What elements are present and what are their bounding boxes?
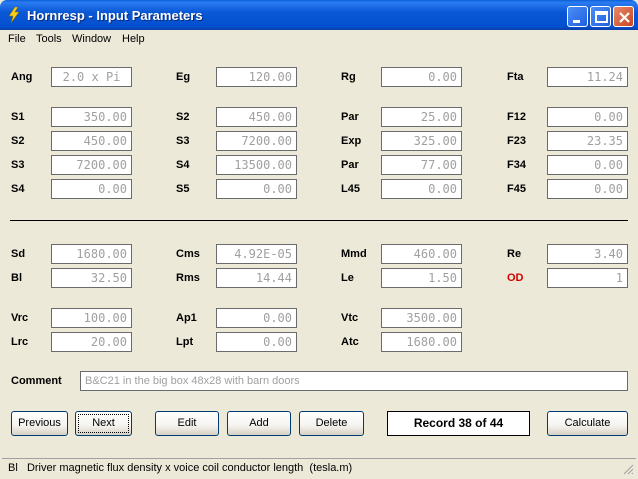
title-bar: Hornresp - Input Parameters bbox=[0, 0, 638, 30]
label-cms: Cms bbox=[176, 248, 200, 260]
label-s4: S4 bbox=[176, 159, 190, 171]
label-s2: S2 bbox=[176, 111, 190, 123]
window-title: Hornresp - Input Parameters bbox=[27, 8, 203, 23]
label-ang: Ang bbox=[11, 71, 33, 83]
status-text: Bl Driver magnetic flux density x voice … bbox=[8, 462, 353, 474]
rms-field[interactable]: 14.44 bbox=[216, 268, 297, 288]
par-b-field[interactable]: 77.00 bbox=[381, 155, 462, 175]
resize-grip-icon[interactable] bbox=[622, 463, 634, 475]
label-lrc: Lrc bbox=[11, 336, 29, 348]
status-bar: Bl Driver magnetic flux density x voice … bbox=[2, 458, 636, 477]
s1-field[interactable]: 350.00 bbox=[51, 107, 132, 127]
vrc-field[interactable]: 100.00 bbox=[51, 308, 132, 328]
label-le: Le bbox=[341, 272, 354, 284]
label-f12: F12 bbox=[507, 111, 526, 123]
label-sd: Sd bbox=[11, 248, 26, 260]
label-re: Re bbox=[507, 248, 522, 260]
label-f45: F45 bbox=[507, 183, 526, 195]
label-bl: Bl bbox=[11, 272, 22, 284]
label-vtc: Vtc bbox=[341, 312, 359, 324]
maximize-button[interactable] bbox=[590, 6, 611, 27]
add-button[interactable]: Add bbox=[227, 411, 291, 436]
minimize-button[interactable] bbox=[567, 6, 588, 27]
menu-help[interactable]: Help bbox=[122, 33, 145, 45]
close-icon bbox=[619, 12, 630, 23]
f45-field[interactable]: 0.00 bbox=[547, 179, 628, 199]
s4-field[interactable]: 13500.00 bbox=[216, 155, 297, 175]
label-l45: L45 bbox=[341, 183, 360, 195]
menu-bar: File Tools Window Help bbox=[0, 30, 638, 49]
record-indicator: Record 38 of 44 bbox=[387, 411, 530, 436]
label-comment: Comment bbox=[11, 375, 62, 387]
f23-field[interactable]: 23.35 bbox=[547, 131, 628, 151]
maximize-icon bbox=[595, 11, 608, 23]
menu-window[interactable]: Window bbox=[72, 33, 111, 45]
ang-field[interactable]: 2.0 x Pi bbox=[51, 67, 132, 87]
close-button[interactable] bbox=[613, 6, 634, 27]
edit-button[interactable]: Edit bbox=[155, 411, 219, 436]
menu-file[interactable]: File bbox=[8, 33, 26, 45]
label-fta: Fta bbox=[507, 71, 524, 83]
s5-field[interactable]: 0.00 bbox=[216, 179, 297, 199]
lpt-field[interactable]: 0.00 bbox=[216, 332, 297, 352]
comment-field[interactable]: B&C21 in the big box 48x28 with barn doo… bbox=[80, 371, 628, 391]
re-field[interactable]: 3.40 bbox=[547, 244, 628, 264]
label-s3: S3 bbox=[176, 135, 190, 147]
calculate-button[interactable]: Calculate bbox=[547, 411, 628, 436]
sd-field[interactable]: 1680.00 bbox=[51, 244, 132, 264]
mmd-field[interactable]: 460.00 bbox=[381, 244, 462, 264]
label-od: OD bbox=[507, 272, 524, 284]
s4-b-field[interactable]: 0.00 bbox=[51, 179, 132, 199]
s2-b-field[interactable]: 450.00 bbox=[51, 131, 132, 151]
exp-field[interactable]: 325.00 bbox=[381, 131, 462, 151]
label-f23: F23 bbox=[507, 135, 526, 147]
delete-button[interactable]: Delete bbox=[299, 411, 364, 436]
previous-button[interactable]: Previous bbox=[11, 411, 68, 436]
section-divider bbox=[10, 220, 628, 221]
s3-b-field[interactable]: 7200.00 bbox=[51, 155, 132, 175]
label-par: Par bbox=[341, 111, 359, 123]
lightning-icon bbox=[8, 7, 20, 23]
label-s1: S1 bbox=[11, 111, 25, 123]
label-rg: Rg bbox=[341, 71, 356, 83]
par-field[interactable]: 25.00 bbox=[381, 107, 462, 127]
label-atc: Atc bbox=[341, 336, 359, 348]
minimize-icon bbox=[573, 20, 580, 23]
f34-field[interactable]: 0.00 bbox=[547, 155, 628, 175]
menu-tools[interactable]: Tools bbox=[36, 33, 62, 45]
label-exp: Exp bbox=[341, 135, 362, 147]
label-eg: Eg bbox=[176, 71, 191, 83]
cms-field[interactable]: 4.92E-05 bbox=[216, 244, 297, 264]
label-s5: S5 bbox=[176, 183, 190, 195]
next-button[interactable]: Next bbox=[75, 411, 132, 436]
label-ap1: Ap1 bbox=[176, 312, 197, 324]
od-field[interactable]: 1 bbox=[547, 268, 628, 288]
label-s3-b: S3 bbox=[11, 159, 25, 171]
label-rms: Rms bbox=[176, 272, 200, 284]
label-f34: F34 bbox=[507, 159, 526, 171]
bl-field[interactable]: 32.50 bbox=[51, 268, 132, 288]
label-lpt: Lpt bbox=[176, 336, 194, 348]
label-s4-b: S4 bbox=[11, 183, 25, 195]
label-mmd: Mmd bbox=[341, 248, 367, 260]
label-s2-b: S2 bbox=[11, 135, 25, 147]
label-par-b: Par bbox=[341, 159, 359, 171]
rg-field[interactable]: 0.00 bbox=[381, 67, 462, 87]
s2-field[interactable]: 450.00 bbox=[216, 107, 297, 127]
label-vrc: Vrc bbox=[11, 312, 29, 324]
fta-field[interactable]: 11.24 bbox=[547, 67, 628, 87]
ap1-field[interactable]: 0.00 bbox=[216, 308, 297, 328]
le-field[interactable]: 1.50 bbox=[381, 268, 462, 288]
s3-field[interactable]: 7200.00 bbox=[216, 131, 297, 151]
lrc-field[interactable]: 20.00 bbox=[51, 332, 132, 352]
atc-field[interactable]: 1680.00 bbox=[381, 332, 462, 352]
f12-field[interactable]: 0.00 bbox=[547, 107, 628, 127]
vtc-field[interactable]: 3500.00 bbox=[381, 308, 462, 328]
l45-field[interactable]: 0.00 bbox=[381, 179, 462, 199]
eg-field[interactable]: 120.00 bbox=[216, 67, 297, 87]
